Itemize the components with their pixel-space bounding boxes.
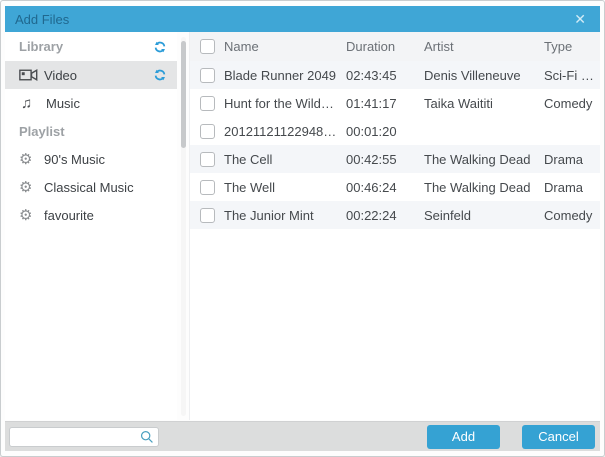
- library-section-label: Library: [5, 32, 177, 61]
- cell-duration: 00:46:24: [346, 179, 397, 195]
- sidebar-item-label: Classical Music: [44, 179, 134, 195]
- row-checkbox[interactable]: [199, 95, 215, 111]
- column-header-artist[interactable]: Artist: [424, 39, 544, 54]
- cell-type: Drama: [544, 179, 584, 195]
- table-row[interactable]: The Well 00:46:24 The Walking Dead Drama: [190, 173, 600, 201]
- sidebar-item-playlist[interactable]: ⚙ 90's Music: [5, 145, 177, 173]
- playlist-section-label: Playlist: [19, 123, 65, 139]
- music-note-icon: ♫: [21, 94, 33, 112]
- gear-icon: ⚙: [19, 206, 33, 224]
- sidebar-item-label: Music: [46, 95, 80, 111]
- cell-type: Comedy: [544, 95, 593, 111]
- video-camera-icon: [19, 66, 39, 84]
- cell-name: The Well: [224, 179, 276, 195]
- cell-duration: 02:43:45: [346, 67, 397, 83]
- sidebar-item-video[interactable]: Video: [5, 61, 177, 89]
- file-table: Name Duration Artist Type Blade Runner 2…: [189, 32, 600, 420]
- row-checkbox[interactable]: [199, 151, 215, 167]
- table-header-row: Name Duration Artist Type: [190, 32, 600, 61]
- close-icon[interactable]: ✕: [570, 10, 590, 28]
- cell-name: The Junior Mint: [224, 207, 314, 223]
- dialog-title: Add Files: [15, 11, 70, 27]
- sidebar-item-playlist[interactable]: ⚙ Classical Music: [5, 173, 177, 201]
- gear-icon: ⚙: [19, 178, 33, 196]
- cell-duration: 00:42:55: [346, 151, 397, 167]
- row-checkbox[interactable]: [199, 67, 215, 83]
- cell-type: Drama: [544, 151, 584, 167]
- cell-artist: Denis Villeneuve: [424, 67, 521, 83]
- cell-artist: Taika Waititi: [424, 95, 493, 111]
- search-icon: [140, 430, 154, 444]
- cell-artist: The Walking Dead: [424, 179, 531, 195]
- sidebar-item-label: favourite: [44, 207, 94, 223]
- sidebar-item-music[interactable]: ♫ Music: [5, 89, 177, 117]
- refresh-icon[interactable]: [153, 68, 167, 82]
- cell-duration: 00:22:24: [346, 207, 397, 223]
- sidebar-item-playlist[interactable]: ⚙ favourite: [5, 201, 177, 229]
- cell-artist: The Walking Dead: [424, 151, 531, 167]
- cell-name: Hunt for the Wilderp...: [224, 95, 346, 111]
- add-files-dialog: Add Files ✕ Library Video ♫ Music Playli…: [0, 0, 605, 457]
- footer-bar: Add Cancel: [5, 421, 600, 451]
- cell-duration: 01:41:17: [346, 95, 397, 111]
- column-header-name[interactable]: Name: [224, 39, 346, 54]
- table-row[interactable]: Blade Runner 2049 02:43:45 Denis Villene…: [190, 61, 600, 89]
- cell-type: Sci-Fi & Fa...: [544, 67, 600, 83]
- table-row[interactable]: The Cell 00:42:55 The Walking Dead Drama: [190, 145, 600, 173]
- add-button[interactable]: Add: [427, 424, 500, 449]
- search-box: [9, 426, 159, 447]
- sidebar-item-label: 90's Music: [44, 151, 106, 167]
- dialog-titlebar: Add Files ✕: [5, 6, 600, 32]
- search-input[interactable]: [9, 426, 159, 447]
- cancel-button[interactable]: Cancel: [522, 424, 595, 449]
- column-header-type[interactable]: Type: [544, 39, 600, 54]
- select-all-checkbox[interactable]: [199, 39, 215, 54]
- cell-artist: Seinfeld: [424, 207, 471, 223]
- sidebar-scrollbar-thumb[interactable]: [181, 41, 186, 148]
- file-table-body: Blade Runner 2049 02:43:45 Denis Villene…: [190, 61, 600, 229]
- refresh-icon[interactable]: [153, 40, 167, 54]
- sidebar-item-label: Video: [44, 67, 78, 83]
- row-checkbox[interactable]: [199, 123, 215, 139]
- gear-icon: ⚙: [19, 150, 33, 168]
- playlist-items: ⚙ 90's Music ⚙ Classical Music ⚙ favouri…: [5, 145, 177, 229]
- table-row[interactable]: 201211211229481_1 00:01:20: [190, 117, 600, 145]
- cell-name: 201211211229481_1: [224, 123, 345, 139]
- row-checkbox[interactable]: [199, 207, 215, 223]
- sidebar-scrollbar-track[interactable]: [181, 37, 186, 416]
- column-header-duration[interactable]: Duration: [346, 39, 424, 54]
- cell-type: Comedy: [544, 207, 593, 223]
- cell-name: The Cell: [224, 151, 273, 167]
- sidebar: Library Video ♫ Music Playlist ⚙ 90's Mu…: [5, 32, 177, 420]
- cell-name: Blade Runner 2049: [224, 67, 337, 83]
- cell-duration: 00:01:20: [346, 123, 397, 139]
- table-row[interactable]: The Junior Mint 00:22:24 Seinfeld Comedy: [190, 201, 600, 229]
- row-checkbox[interactable]: [199, 179, 215, 195]
- table-row[interactable]: Hunt for the Wilderp... 01:41:17 Taika W…: [190, 89, 600, 117]
